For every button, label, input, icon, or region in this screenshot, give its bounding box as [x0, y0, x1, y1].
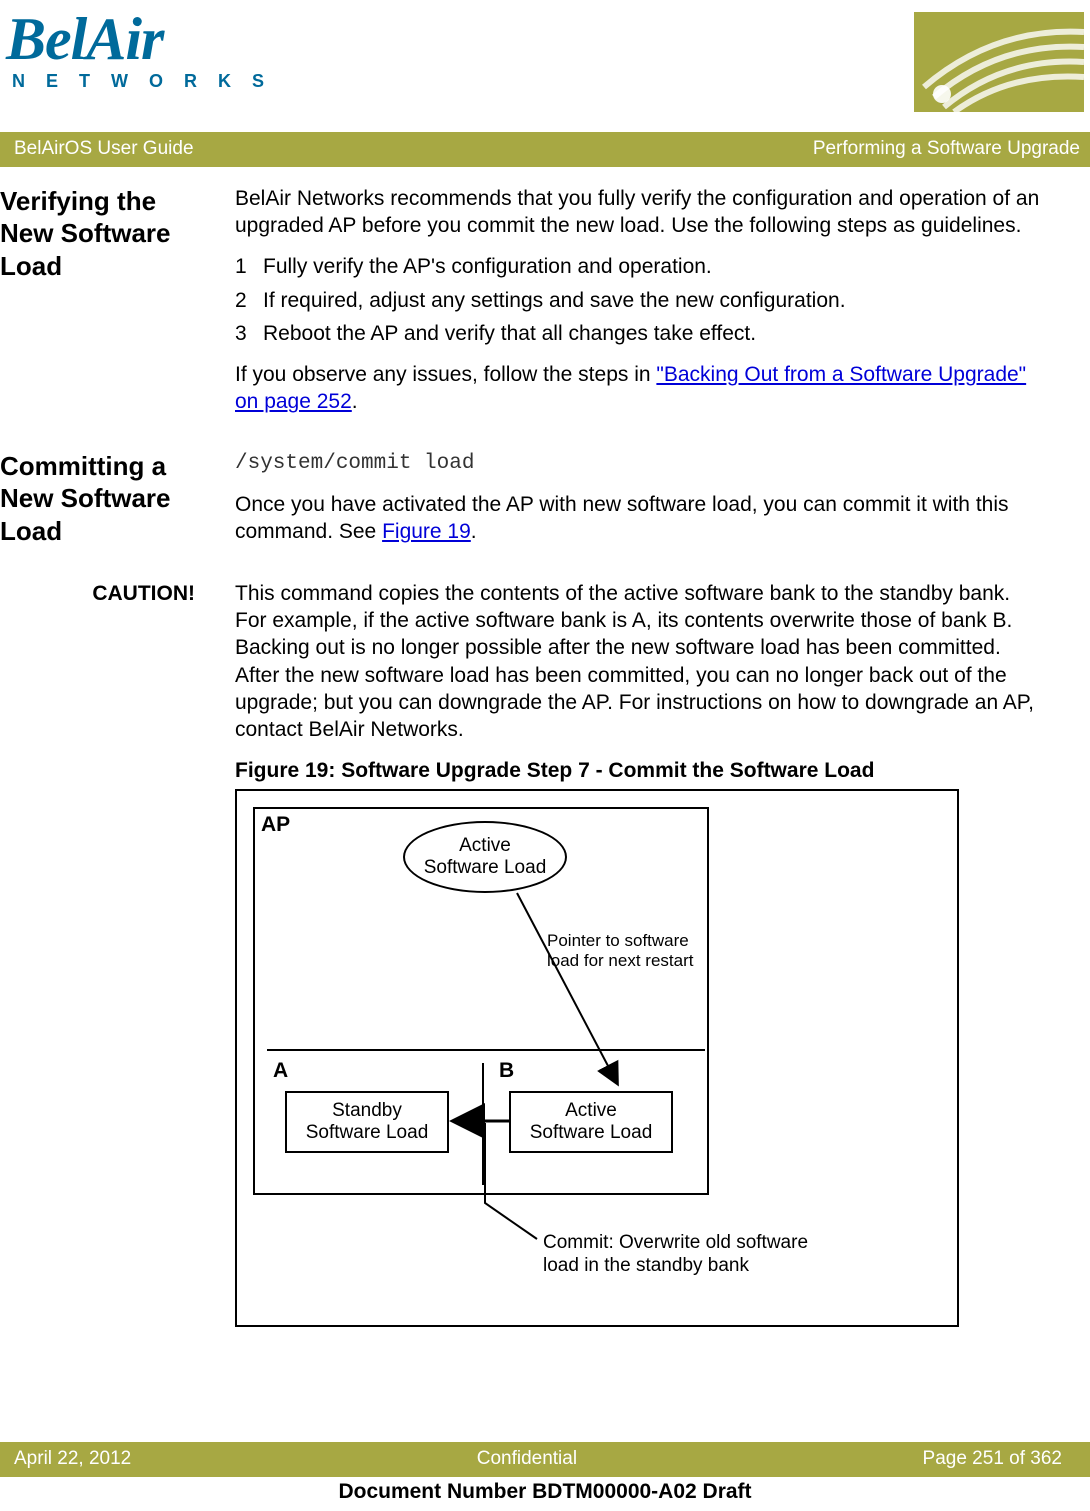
pointer-line1: Pointer to software	[547, 931, 689, 950]
footer-confidential: Confidential	[477, 1447, 577, 1472]
standby-bank-box: Standby Software Load	[285, 1091, 449, 1153]
body-post: .	[471, 520, 477, 543]
section-caution: CAUTION! This command copies the content…	[0, 580, 1080, 1327]
bank-divider	[482, 1063, 484, 1185]
bank-a-line1: Standby	[332, 1100, 402, 1121]
logo-bottom: N E T W O R K S	[6, 70, 272, 93]
figure-link[interactable]: Figure 19	[382, 520, 471, 543]
outro-pre: If you observe any issues, follow the st…	[235, 363, 656, 386]
intro-text: BelAir Networks recommends that you full…	[235, 185, 1042, 240]
body-pre: Once you have activated the AP with new …	[235, 493, 1009, 543]
list-item: 3Reboot the AP and verify that all chang…	[235, 320, 1042, 347]
bank-b-line2: Software Load	[530, 1122, 653, 1143]
step-number: 3	[235, 320, 263, 347]
bank-a-line2: Software Load	[306, 1122, 429, 1143]
caution-label: CAUTION!	[0, 580, 215, 607]
commit-body: Once you have activated the AP with new …	[235, 491, 1042, 546]
active-bank-box: Active Software Load	[509, 1091, 673, 1153]
logo-top: BelAir	[6, 12, 272, 66]
wireless-logo	[914, 12, 1084, 112]
pointer-text: Pointer to software load for next restar…	[547, 931, 693, 972]
commit-line1: Commit: Overwrite old software	[543, 1232, 808, 1253]
bank-a-label: A	[273, 1057, 288, 1084]
step-list: 1Fully verify the AP's configuration and…	[235, 253, 1042, 347]
step-text: Reboot the AP and verify that all change…	[263, 320, 756, 347]
footer-date: April 22, 2012	[14, 1447, 131, 1472]
step-text: Fully verify the AP's configuration and …	[263, 253, 712, 280]
list-item: 1Fully verify the AP's configuration and…	[235, 253, 1042, 280]
page-header: BelAir N E T W O R K S	[0, 0, 1090, 112]
ellipse-line1: Active	[459, 835, 511, 856]
caution-text: This command copies the contents of the …	[235, 580, 1042, 744]
section-committing: Committing a New Software Load /system/c…	[0, 450, 1080, 560]
heading-committing: Committing a New Software Load	[0, 450, 215, 548]
content: Verifying the New Software Load BelAir N…	[0, 185, 1090, 1327]
section-verifying: Verifying the New Software Load BelAir N…	[0, 185, 1080, 430]
bank-b-label: B	[499, 1057, 514, 1084]
heading-verifying: Verifying the New Software Load	[0, 185, 215, 283]
footer-bar: April 22, 2012 Confidential Page 251 of …	[0, 1442, 1090, 1477]
ellipse-line2: Software Load	[424, 857, 547, 878]
guide-name: BelAirOS User Guide	[14, 137, 194, 162]
ap-label: AP	[261, 811, 290, 838]
chapter-name: Performing a Software Upgrade	[813, 137, 1080, 162]
outro-text: If you observe any issues, follow the st…	[235, 361, 1042, 416]
title-bar: BelAirOS User Guide Performing a Softwar…	[0, 132, 1090, 167]
active-load-ellipse: Active Software Load	[403, 821, 567, 893]
commit-line2: load in the standby bank	[543, 1255, 749, 1276]
figure-caption: Figure 19: Software Upgrade Step 7 - Com…	[235, 757, 1042, 784]
footer-page: Page 251 of 362	[923, 1447, 1062, 1472]
commit-text: Commit: Overwrite old software load in t…	[543, 1231, 923, 1279]
figure-diagram: AP Active Software Load Pointer to softw…	[235, 789, 959, 1327]
list-item: 2If required, adjust any settings and sa…	[235, 287, 1042, 314]
outro-post: .	[352, 390, 358, 413]
step-number: 2	[235, 287, 263, 314]
divider-line	[267, 1049, 705, 1051]
step-text: If required, adjust any settings and sav…	[263, 287, 846, 314]
bank-b-line1: Active	[565, 1100, 617, 1121]
command-text: /system/commit load	[235, 450, 1042, 477]
doc-number: Document Number BDTM00000-A02 Draft	[0, 1478, 1090, 1505]
step-number: 1	[235, 253, 263, 280]
belair-logo: BelAir N E T W O R K S	[6, 12, 272, 93]
pointer-line2: load for next restart	[547, 951, 693, 970]
